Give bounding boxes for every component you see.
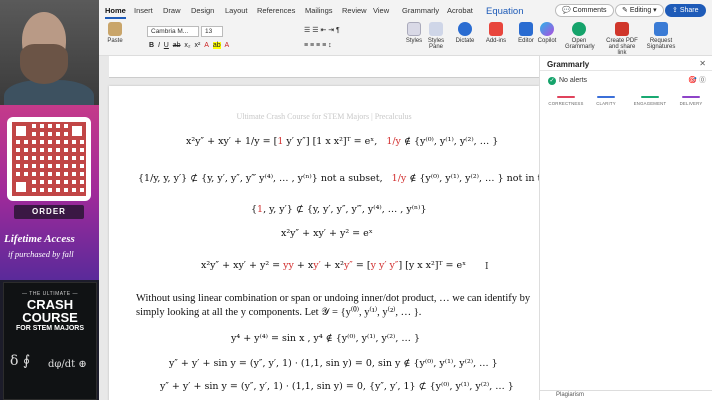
document-area[interactable]: Ultimate Crash Course for STEM Majors | … [99,56,539,400]
page-header: Ultimate Crash Course for STEM Majors | … [236,112,412,121]
dictate-button[interactable]: Dictate [455,22,475,44]
tab-draw[interactable]: Draw [163,6,181,15]
alerts-status: ✓ No alerts [548,77,588,85]
pdf-icon [615,22,629,36]
ribbon-tabs: Home Insert Draw Design Layout Reference… [99,0,712,20]
category-clarity[interactable]: CLARITY [588,96,624,106]
stream-overlay: ORDER Lifetime Access if purchased by fa… [0,0,99,400]
lifetime-access-text: Lifetime Access [4,233,75,245]
format-buttons[interactable]: B I U ab x₂ x² A ab A [149,42,229,49]
equation-8[interactable]: y″ + y′ + sin y = (y″, y′, 1) · (1,1, si… [160,381,514,392]
grammarly-title: Grammarly [547,60,590,69]
editor-icon [519,22,533,36]
open-grammarly-button[interactable]: Open Grammarly [565,22,595,50]
tab-home[interactable]: Home [105,6,126,19]
equation-7[interactable]: y″ + y′ + sin y = (y″, y′, 1) · (1,1, si… [169,358,498,369]
category-correctness[interactable]: CORRECTNESS [546,96,586,106]
request-signatures-button[interactable]: Request Signatures [645,22,677,50]
order-label: ORDER [14,205,84,219]
book-cover: — THE ULTIMATE — CRASH COURSE FOR STEM M… [3,282,97,400]
tab-layout[interactable]: Layout [225,6,248,15]
tab-mailings[interactable]: Mailings [305,6,333,15]
comments-button[interactable]: 💬 Comments [555,4,614,17]
grammarly-icon [572,22,586,36]
book-tagline: FOR STEM MAJORS [15,325,85,332]
signature-icon [654,22,668,36]
equation-1[interactable]: x²y″ + xy′ + 1/y = [1 y′ y″] [1 x x²]ᵀ =… [186,136,498,147]
grammarly-tools[interactable]: 🎯 ⓪ [688,75,706,85]
purchased-by-fall-text: if purchased by fall [8,249,74,259]
qr-code[interactable] [7,117,91,201]
tab-review[interactable]: Review [342,6,367,15]
promo-panel: ORDER Lifetime Access if purchased by fa… [0,105,99,280]
create-pdf-button[interactable]: Create PDF and share link [605,22,639,56]
tab-grammarly[interactable]: Grammarly [402,6,439,15]
tab-acrobat[interactable]: Acrobat [447,6,473,15]
close-icon[interactable]: ✕ [699,59,706,68]
addins-icon [489,22,503,36]
tab-design[interactable]: Design [191,6,214,15]
tab-insert[interactable]: Insert [134,6,153,15]
body-paragraph[interactable]: Without using linear combination or span… [136,292,531,320]
screen: ORDER Lifetime Access if purchased by fa… [0,0,712,400]
check-icon: ✓ [548,77,556,85]
webcam-feed [0,0,99,105]
category-delivery[interactable]: DELIVERY [674,96,708,106]
styles-pane-icon [429,22,443,36]
book-math-glyphs-2: dφ/dt ⊕ [48,359,87,370]
plagiarism-button[interactable]: Plagiarism [540,390,712,400]
addins-button[interactable]: Add-ins [485,22,507,44]
styles-pane-button[interactable]: Styles Pane [427,22,445,50]
equation-6[interactable]: y⁴ + y⁽⁴⁾ = sin x , y⁴ ∉ {y⁽⁰⁾, y⁽¹⁾, y⁽… [231,333,420,344]
copilot-button[interactable]: Copilot [537,22,557,44]
grammarly-categories: CORRECTNESS CLARITY ENGAGEMENT DELIVERY [540,96,712,112]
equation-5[interactable]: x²y″ + xy′ + y² = yy + xy′ + x²y″ = [y y… [201,260,466,271]
equation-3[interactable]: {1, y, y′} ⊄ {y, y′, y″, y‴, y⁽⁴⁾, … , y… [251,204,427,215]
font-size-select[interactable]: 13 [201,26,223,37]
editor-button[interactable]: Editor [517,22,535,44]
editing-button[interactable]: ✎ Editing ▾ [615,4,664,17]
tab-equation[interactable]: Equation [486,6,524,17]
align-buttons[interactable]: ≡ ≡ ≡ ≡ ↕ [304,42,332,49]
category-engagement[interactable]: ENGAGEMENT [628,96,672,106]
font-name-select[interactable]: Cambria M... [147,26,199,37]
document-page[interactable]: Ultimate Crash Course for STEM Majors | … [109,86,539,400]
clipboard-icon [108,22,122,36]
book-math-glyphs: δ ∮ [10,353,31,369]
ribbon-toolbar: Paste Cambria M... 13 B I U ab x₂ x² A a… [99,20,712,56]
equation-2[interactable]: {1/y, y, y′} ⊄ {y, y′, y″, y‴ y⁽⁴⁾, … , … [138,173,539,184]
paragraph-buttons[interactable]: ☰ ☰ ⇤ ⇥ ¶ [304,26,340,34]
book-title: CRASH COURSE [22,297,78,325]
paste-button[interactable]: Paste [105,22,125,44]
grammarly-pane: Grammarly ✕ ✓ No alerts 🎯 ⓪ CORRECTNESS C… [539,56,712,400]
share-button[interactable]: ⇪ Share [665,4,706,17]
tab-view[interactable]: View [373,6,389,15]
text-cursor-icon: I [485,262,489,272]
copilot-icon [540,22,554,36]
styles-icon [407,22,421,36]
microphone-icon [458,22,472,36]
word-window: Home Insert Draw Design Layout Reference… [99,0,712,400]
previous-page [109,56,539,78]
styles-button[interactable]: Styles [405,22,423,44]
equation-4[interactable]: x²y″ + xy′ + y² = eˣ [281,228,373,239]
tab-references[interactable]: References [257,6,295,15]
